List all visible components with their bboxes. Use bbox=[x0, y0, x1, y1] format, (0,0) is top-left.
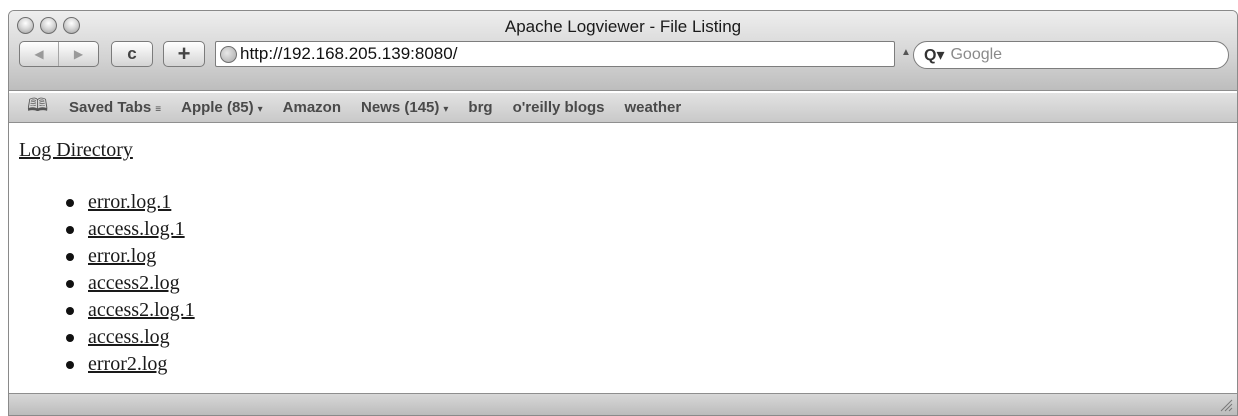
list-item: access.log.1 bbox=[19, 216, 195, 243]
snapback-icon[interactable]: ▲ bbox=[901, 47, 911, 58]
list-item: access2.log.1 bbox=[19, 297, 195, 324]
file-link[interactable]: access2.log.1 bbox=[88, 299, 195, 322]
forward-button[interactable]: ▶ bbox=[59, 42, 98, 66]
bullet-icon bbox=[66, 252, 74, 261]
resize-grip-icon[interactable] bbox=[1219, 398, 1233, 412]
bookmark-saved-tabs[interactable]: Saved Tabs ≡ bbox=[69, 99, 161, 116]
bullet-icon bbox=[66, 279, 74, 288]
page-content: Log Directory error.log.1 access.log.1 e… bbox=[19, 139, 195, 378]
bookmark-apple[interactable]: Apple (85) ▾ bbox=[181, 99, 263, 116]
file-link[interactable]: access.log.1 bbox=[88, 218, 185, 241]
bookmarks-bar: 🕮 Saved Tabs ≡ Apple (85) ▾ Amazon News (1… bbox=[9, 93, 1237, 123]
bookmark-brg[interactable]: brg bbox=[468, 99, 492, 116]
bullet-icon bbox=[66, 360, 74, 369]
add-bookmark-button[interactable]: + bbox=[163, 41, 205, 67]
log-directory-link[interactable]: Log Directory bbox=[19, 139, 133, 162]
bookmark-weather[interactable]: weather bbox=[625, 99, 682, 116]
browser-window: Apache Logviewer - File Listing ◀ ▶ c + … bbox=[8, 10, 1238, 416]
bullet-icon bbox=[66, 333, 74, 342]
title-bar: Apache Logviewer - File Listing bbox=[9, 11, 1237, 37]
navigation-toolbar: ◀ ▶ c + http://192.168.205.139:8080/ ▲ Q… bbox=[9, 41, 1237, 69]
status-bar bbox=[9, 393, 1237, 415]
file-link[interactable]: access2.log bbox=[88, 272, 180, 295]
bullet-icon bbox=[66, 225, 74, 234]
search-field[interactable]: Q▾ Google bbox=[913, 41, 1229, 69]
search-icon[interactable]: Q▾ bbox=[924, 45, 944, 65]
reload-icon: c bbox=[127, 44, 137, 63]
tabs-indicator-icon: ≡ bbox=[155, 104, 162, 115]
forward-arrow-icon: ▶ bbox=[73, 47, 84, 61]
bookmarks-book-icon[interactable]: 🕮 bbox=[27, 93, 49, 123]
list-item: error.log bbox=[19, 243, 195, 270]
search-placeholder: Google bbox=[950, 46, 1003, 63]
log-file-list: error.log.1 access.log.1 error.log acces… bbox=[19, 189, 195, 378]
reload-button[interactable]: c bbox=[111, 41, 153, 67]
bookmark-news[interactable]: News (145) ▾ bbox=[361, 99, 448, 116]
bullet-icon bbox=[66, 306, 74, 315]
bullet-icon bbox=[66, 198, 74, 207]
chevron-down-icon: ▾ bbox=[257, 104, 263, 115]
file-link[interactable]: error.log bbox=[88, 245, 156, 268]
back-button[interactable]: ◀ bbox=[20, 42, 59, 66]
file-link[interactable]: access.log bbox=[88, 326, 170, 349]
list-item: error.log.1 bbox=[19, 189, 195, 216]
back-arrow-icon: ◀ bbox=[34, 47, 44, 61]
chevron-down-icon: ▾ bbox=[443, 104, 449, 115]
address-bar[interactable]: http://192.168.205.139:8080/ bbox=[215, 41, 895, 67]
window-title: Apache Logviewer - File Listing bbox=[504, 17, 742, 36]
list-item: access2.log bbox=[19, 270, 195, 297]
file-link[interactable]: error.log.1 bbox=[88, 191, 171, 214]
url-text[interactable]: http://192.168.205.139:8080/ bbox=[240, 44, 457, 64]
plus-icon: + bbox=[177, 41, 191, 66]
file-link[interactable]: error2.log bbox=[88, 353, 167, 376]
bookmark-amazon[interactable]: Amazon bbox=[283, 99, 341, 116]
list-item: access.log bbox=[19, 324, 195, 351]
bookmark-oreilly-blogs[interactable]: o'reilly blogs bbox=[513, 99, 605, 116]
globe-icon bbox=[220, 45, 237, 63]
list-item: error2.log bbox=[19, 351, 195, 378]
browser-chrome: Apache Logviewer - File Listing ◀ ▶ c + … bbox=[9, 11, 1237, 91]
back-forward-control: ◀ ▶ bbox=[19, 41, 99, 67]
